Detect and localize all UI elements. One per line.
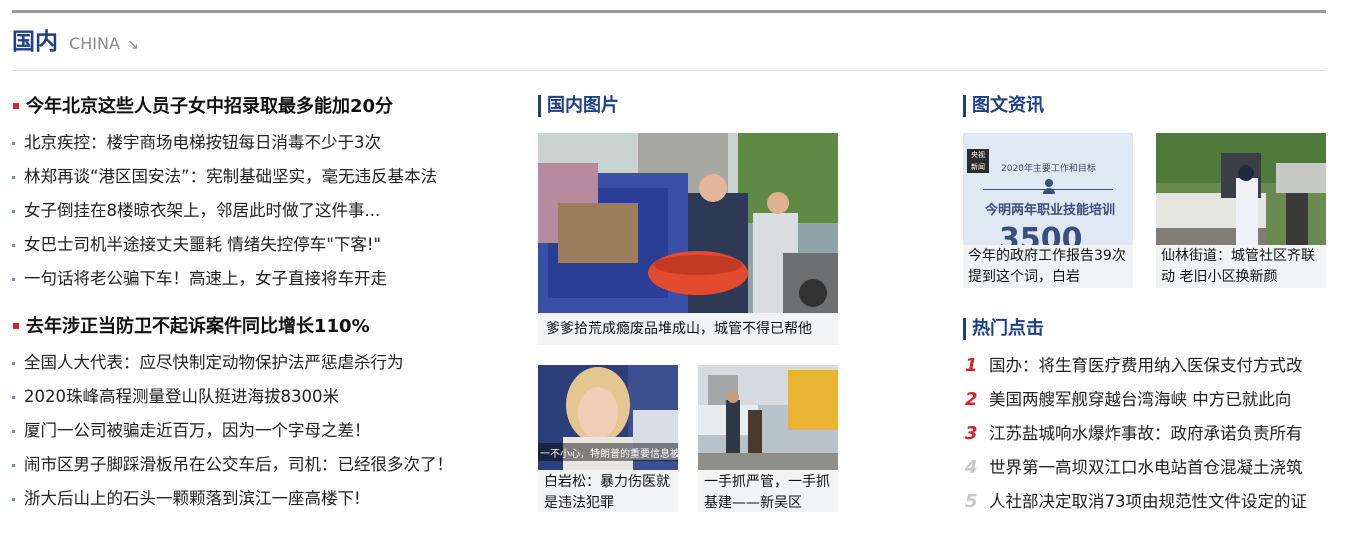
hot-item-text: 国办：将生育医疗费用纳入医保支付方式改	[989, 356, 1303, 375]
news-item-text: 厦门一公司被骗走近百万，因为一个字母之差！	[24, 421, 371, 440]
news-item-text: 女子倒挂在8楼晾衣架上，邻居此时做了这件事...	[24, 201, 381, 220]
news-item[interactable]: 2020珠峰高程测量登山队挺进海拔8300米	[12, 380, 512, 414]
bullet	[12, 176, 15, 179]
bullet	[12, 210, 15, 213]
headline-link[interactable]: 去年涉正当防卫不起诉案件同比增长110%	[12, 312, 512, 342]
hot-item-text: 美国两艘军舰穿越台湾海峡 中方已就此向	[989, 390, 1292, 409]
headline-text: 去年涉正当防卫不起诉案件同比增长110%	[26, 316, 370, 337]
news-item[interactable]: 厦门一公司被骗走近百万，因为一个字母之差！	[12, 414, 512, 448]
small-news-photo[interactable]	[698, 365, 838, 470]
section-header: 国内 CHINA ↘	[12, 22, 139, 62]
news-list-column: 今年北京这些人员子女中招录取最多能加20分 北京疾控：楼宇商场电梯按钮每日消毒不…	[12, 92, 512, 516]
bullet	[12, 244, 15, 247]
news-item-text: 闹市区男子脚踩滑板吊在公交车后，司机：已经很多次了！	[24, 455, 453, 474]
hot-clicks-title[interactable]: 热门点击	[963, 315, 1326, 343]
bullet	[12, 278, 15, 281]
photo-overlay-text: 一不小心，特朗普的重要信息被	[540, 449, 678, 460]
photo-news-caption-text: 仙林街道：城管社区齐联动 老旧小区换新颜	[1161, 248, 1315, 285]
main-photo-caption-text: 爹爹拾荒成瘾废品堆成山，城管不得已帮他	[546, 321, 812, 337]
domestic-photos-title-text: 国内图片	[547, 95, 619, 116]
news-item-text: 林郑再谈“港区国安法”：宪制基础坚实，毫无违反基本法	[24, 167, 438, 186]
hot-clicks-section: 热门点击 1 国办：将生育医疗费用纳入医保支付方式改 2 美国两艘军舰穿越台湾海…	[963, 315, 1326, 519]
news-item-text: 全国人大代表：应尽快制定动物保护法严惩虐杀行为	[24, 353, 404, 372]
photo-news-caption-text: 今年的政府工作报告39次提到这个词，白岩	[968, 248, 1126, 285]
bullet	[12, 464, 15, 467]
photo-news-item[interactable]: 央视 新闻 2020年主要工作和目标 今明两年职业技能培训 3500	[963, 133, 1133, 245]
small-photo-caption-text: 白岩松：暴力伤医就是违法犯罪	[544, 474, 670, 511]
headline-link[interactable]: 今年北京这些人员子女中招录取最多能加20分	[12, 92, 512, 122]
bullet	[12, 430, 15, 433]
hot-item-text: 人社部决定取消73项由规范性文件设定的证	[989, 492, 1307, 511]
person-icon	[1045, 179, 1053, 187]
main-news-photo[interactable]	[538, 133, 838, 313]
slide-banner: 今明两年职业技能培训	[985, 203, 1116, 218]
badge-line: 央视	[971, 151, 985, 159]
hot-rank: 3	[965, 423, 978, 444]
title-bar	[963, 318, 966, 340]
cctv-news-badge: 央视 新闻	[967, 149, 989, 173]
headline-marker	[13, 103, 19, 109]
bullet	[12, 362, 15, 365]
photo-news-caption[interactable]: 仙林街道：城管社区齐联动 老旧小区换新颜	[1156, 245, 1326, 288]
news-item[interactable]: 闹市区男子脚踩滑板吊在公交车后，司机：已经很多次了！	[12, 448, 512, 482]
news-item-text: 北京疾控：楼宇商场电梯按钮每日消毒不少于3次	[24, 133, 381, 152]
news-item-text: 2020珠峰高程测量登山队挺进海拔8300米	[24, 387, 339, 406]
news-item[interactable]: 女巴士司机半途接丈夫噩耗 情绪失控停车"下客!"	[12, 228, 512, 262]
news-item[interactable]: 林郑再谈“港区国安法”：宪制基础坚实，毫无违反基本法	[12, 160, 512, 194]
news-item[interactable]: 一句话将老公骗下车！高速上，女子直接将车开走	[12, 262, 512, 296]
news-item-text: 女巴士司机半途接丈夫噩耗 情绪失控停车"下客!"	[24, 235, 382, 254]
hot-item-text: 世界第一高坝双江口水电站首仓混凝土浇筑	[989, 458, 1303, 477]
headline-marker	[13, 323, 19, 329]
news-item-text: 一句话将老公骗下车！高速上，女子直接将车开走	[24, 269, 387, 288]
photo-news-title[interactable]: 图文资讯	[963, 92, 1326, 120]
photo-news-item[interactable]	[1156, 133, 1326, 245]
small-photo-caption-text: 一手抓严管，一手抓基建——新吴区	[704, 474, 830, 511]
news-item[interactable]: 浙大后山上的石头一颗颗落到滨江一座高楼下!	[12, 482, 512, 516]
domestic-photos-column: 国内图片	[538, 92, 838, 120]
photo-news-caption[interactable]: 今年的政府工作报告39次提到这个词，白岩	[963, 245, 1133, 288]
small-photo-caption[interactable]: 一手抓严管，一手抓基建——新吴区	[698, 470, 838, 512]
hot-item[interactable]: 4 世界第一高坝双江口水电站首仓混凝土浇筑	[963, 451, 1326, 485]
title-bar	[538, 95, 541, 117]
domestic-photos-title[interactable]: 国内图片	[538, 92, 838, 120]
news-item-text: 浙大后山上的石头一颗颗落到滨江一座高楼下!	[24, 489, 361, 508]
bullet	[12, 498, 15, 501]
section-subtitle: CHINA	[69, 34, 120, 53]
news-item[interactable]: 全国人大代表：应尽快制定动物保护法严惩虐杀行为	[12, 346, 512, 380]
bullet	[12, 396, 15, 399]
photo-illustration	[698, 365, 838, 470]
headline-text: 今年北京这些人员子女中招录取最多能加20分	[26, 96, 394, 117]
hot-item[interactable]: 5 人社部决定取消73项由规范性文件设定的证	[963, 485, 1326, 519]
hot-item[interactable]: 2 美国两艘军舰穿越台湾海峡 中方已就此向	[963, 383, 1326, 417]
photo-illustration	[538, 133, 838, 313]
hot-item[interactable]: 1 国办：将生育医疗费用纳入医保支付方式改	[963, 349, 1326, 383]
hot-clicks-title-text: 热门点击	[972, 318, 1044, 339]
section-title[interactable]: 国内	[12, 29, 58, 55]
slide-heading: 2020年主要工作和目标	[1001, 164, 1096, 174]
hot-item-text: 江苏盐城响水爆炸事故：政府承诺负责所有	[989, 424, 1303, 443]
hot-rank: 5	[965, 491, 978, 512]
hot-rank: 2	[965, 389, 978, 410]
photo-news-title-text: 图文资讯	[972, 95, 1044, 116]
main-photo-caption[interactable]: 爹爹拾荒成瘾废品堆成山，城管不得已帮他	[538, 313, 838, 345]
hot-item[interactable]: 3 江苏盐城响水爆炸事故：政府承诺负责所有	[963, 417, 1326, 451]
bullet	[12, 142, 15, 145]
section-divider	[12, 70, 1326, 71]
hot-rank: 1	[965, 355, 978, 376]
news-item[interactable]: 女子倒挂在8楼晾衣架上，邻居此时做了这件事...	[12, 194, 512, 228]
photo-news-column: 图文资讯	[963, 92, 1326, 120]
photo-illustration	[1156, 133, 1326, 245]
slide-divider	[983, 189, 1113, 190]
slide-big-digits: 3500	[999, 222, 1083, 246]
small-news-photo[interactable]: 一不小心，特朗普的重要信息被	[538, 365, 678, 470]
hot-rank: 4	[965, 457, 978, 478]
title-bar	[963, 95, 966, 117]
news-item[interactable]: 北京疾控：楼宇商场电梯按钮每日消毒不少于3次	[12, 126, 512, 160]
small-photo-caption[interactable]: 白岩松：暴力伤医就是违法犯罪	[538, 470, 678, 512]
top-divider	[12, 10, 1326, 13]
arrow-down-right-icon: ↘	[127, 37, 139, 53]
badge-line: 新闻	[971, 163, 985, 171]
